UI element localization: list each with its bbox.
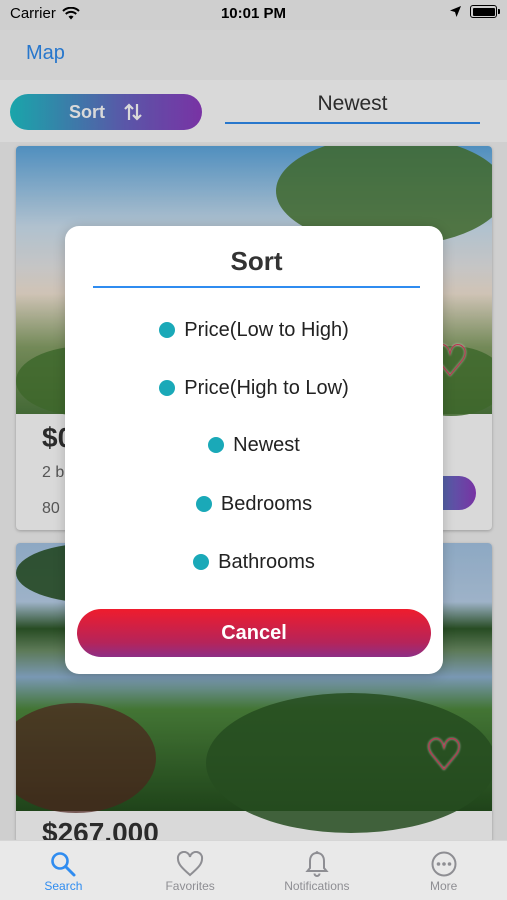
tab-bar: Search Favorites Notifications More — [0, 840, 507, 900]
sort-option-price-low-high[interactable]: Price(Low to High) — [65, 312, 443, 348]
tab-notifications[interactable]: Notifications — [254, 841, 381, 900]
sort-option-label: Bedrooms — [220, 492, 313, 515]
tab-label: Notifications — [284, 879, 350, 893]
radio-dot-icon — [193, 554, 210, 570]
sort-option-label: Price(High to Low) — [184, 376, 349, 399]
radio-dot-icon — [159, 380, 176, 396]
tab-label: More — [429, 879, 458, 893]
sort-option-newest[interactable]: Newest — [65, 427, 443, 463]
tab-label: Favorites — [165, 879, 215, 893]
sort-option-price-high-low[interactable]: Price(High to Low) — [65, 370, 443, 406]
heart-icon — [177, 851, 204, 877]
sort-option-label: Bathrooms — [218, 550, 315, 573]
modal-title: Sort — [93, 246, 420, 288]
sort-option-bathrooms[interactable]: Bathrooms — [65, 544, 443, 580]
screen: Carrier 10:01 PM Map Sort Newest ♡ $0 2 … — [0, 0, 507, 900]
more-icon — [431, 851, 457, 877]
tab-more[interactable]: More — [380, 841, 507, 900]
radio-dot-icon — [159, 322, 176, 338]
radio-dot-icon — [208, 437, 225, 453]
tab-label: Search — [44, 879, 83, 893]
search-icon — [51, 852, 76, 877]
cancel-button[interactable]: Cancel — [77, 609, 431, 657]
tab-search[interactable]: Search — [0, 841, 127, 900]
sort-option-label: Newest — [233, 433, 300, 456]
sort-option-bedrooms[interactable]: Bedrooms — [65, 486, 443, 522]
sort-modal: Sort Price(Low to High) Price(High to Lo… — [65, 226, 443, 674]
tab-favorites[interactable]: Favorites — [127, 841, 254, 900]
bell-icon — [305, 851, 329, 877]
radio-dot-icon — [195, 496, 212, 512]
sort-option-label: Price(Low to High) — [184, 318, 349, 341]
